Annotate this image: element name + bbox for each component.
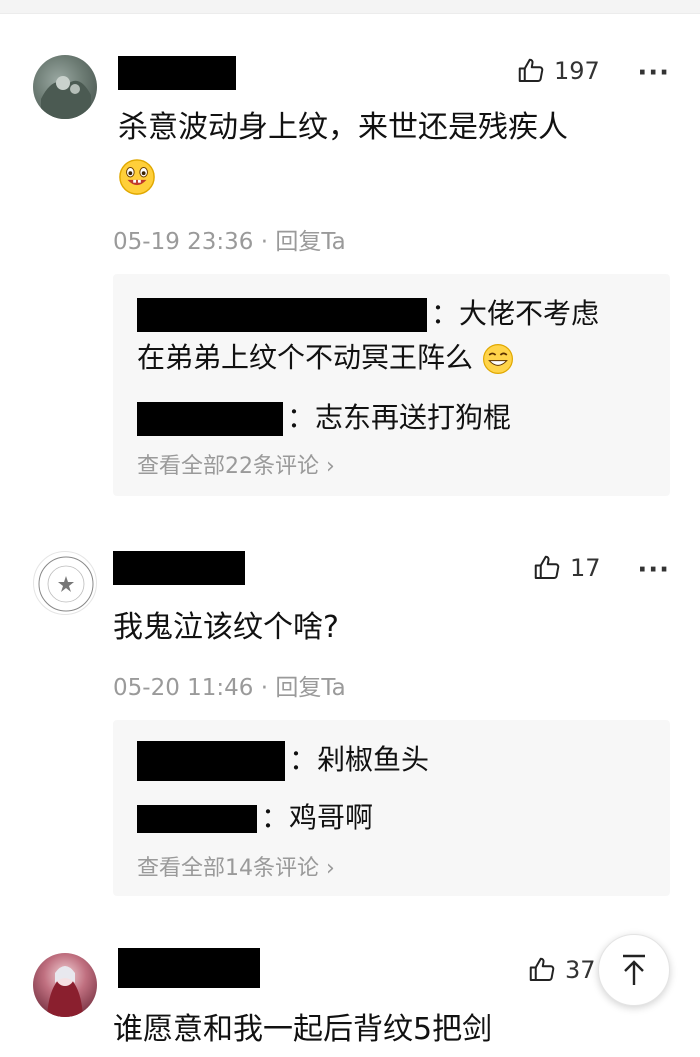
username-redacted[interactable] bbox=[113, 551, 245, 585]
more-dots-icon[interactable]: ··· bbox=[637, 58, 670, 88]
view-all-replies-link[interactable]: 查看全部22条评论 › bbox=[137, 448, 335, 480]
comment-text: 我鬼泣该纹个啥? bbox=[113, 610, 339, 645]
arrow-up-icon bbox=[623, 954, 645, 985]
like-count: 197 bbox=[554, 57, 600, 85]
thumbs-up-icon bbox=[518, 58, 544, 82]
reply-item-continued: 在弟弟上纹个不动冥王阵么 bbox=[137, 336, 514, 376]
like-button[interactable]: 37 bbox=[527, 955, 596, 985]
like-count: 17 bbox=[570, 554, 601, 582]
reply-item[interactable]: ：大佬不考虑 bbox=[137, 292, 599, 332]
reply-username-redacted bbox=[137, 741, 285, 781]
top-divider bbox=[0, 0, 700, 14]
comment-text: 杀意波动身上纹，来世还是残疾人 bbox=[118, 106, 568, 198]
reply-username-redacted bbox=[137, 402, 283, 436]
more-dots-icon[interactable]: ··· bbox=[637, 555, 670, 585]
thumbs-up-icon bbox=[529, 957, 555, 981]
avatar[interactable] bbox=[33, 55, 97, 119]
reply-username-redacted bbox=[137, 298, 427, 332]
like-button[interactable]: 17 bbox=[532, 553, 601, 583]
reply-box[interactable]: ：大佬不考虑 在弟弟上纹个不动冥王阵么 ：志东再送打狗棍 查看全部22条评论 › bbox=[113, 274, 670, 496]
username-redacted[interactable] bbox=[118, 948, 260, 988]
view-all-replies-link[interactable]: 查看全部14条评论 › bbox=[137, 850, 335, 882]
reply-item[interactable]: ：鸡哥啊 bbox=[137, 796, 373, 836]
reply-item[interactable]: ：剁椒鱼头 bbox=[137, 738, 429, 781]
like-button[interactable]: 197 bbox=[516, 56, 600, 86]
comment-text: 谁愿意和我一起后背纹5把剑 bbox=[113, 1012, 493, 1047]
comment-meta[interactable]: 05-20 11:46 · 回复Ta bbox=[113, 668, 346, 702]
avatar[interactable] bbox=[33, 953, 97, 1017]
reply-item[interactable]: ：志东再送打狗棍 bbox=[137, 396, 511, 436]
avatar[interactable] bbox=[33, 551, 97, 615]
reply-username-redacted bbox=[137, 805, 257, 833]
laughing-face-emoji bbox=[482, 344, 513, 374]
username-redacted[interactable] bbox=[118, 56, 236, 90]
comment-meta[interactable]: 05-19 23:36 · 回复Ta bbox=[113, 222, 346, 256]
like-count: 37 bbox=[565, 956, 596, 984]
reply-box[interactable]: ：剁椒鱼头 ：鸡哥啊 查看全部14条评论 › bbox=[113, 720, 670, 896]
thumbs-up-icon bbox=[534, 555, 560, 579]
scroll-to-top-button[interactable] bbox=[598, 934, 670, 1006]
grinning-face-emoji bbox=[119, 158, 155, 195]
